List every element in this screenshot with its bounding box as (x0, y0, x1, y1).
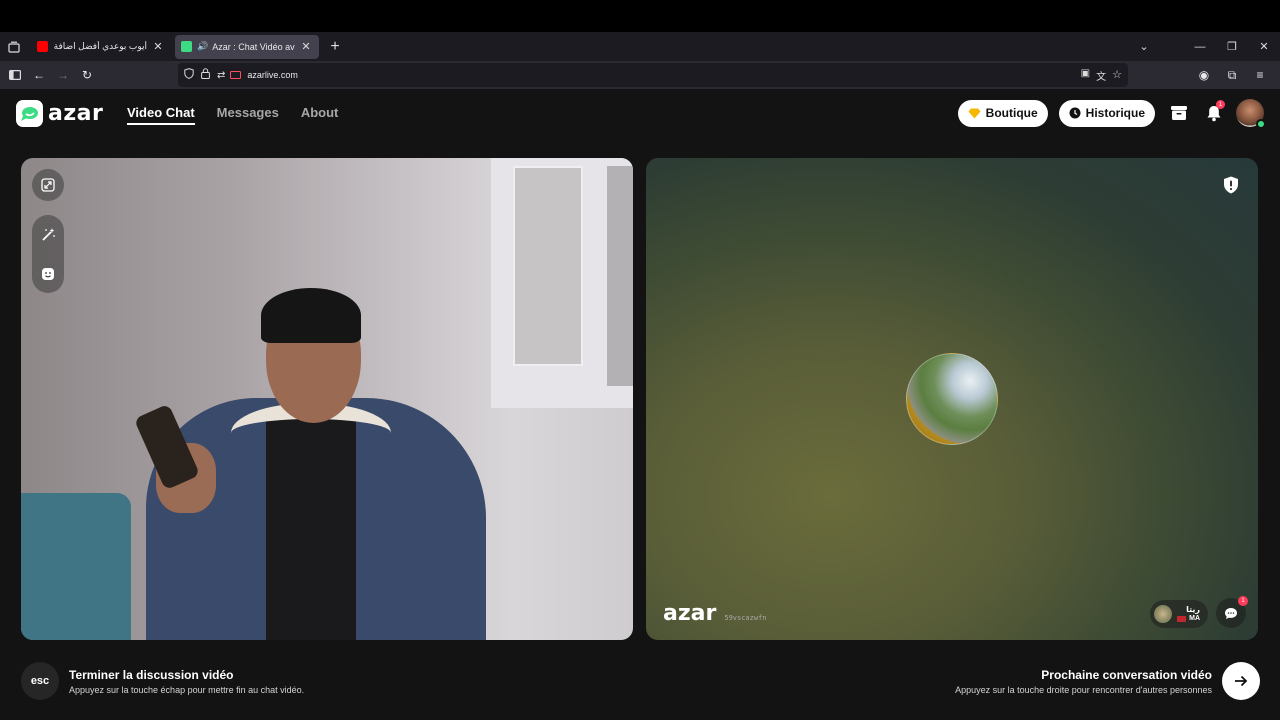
azar-app: azar Video Chat Messages About Boutique … (0, 89, 1280, 720)
end-chat-hint: Appuyez sur la touche échap pour mettre … (69, 684, 305, 695)
nav-video-chat[interactable]: Video Chat (127, 105, 195, 125)
azar-icon (181, 41, 192, 52)
chat-bubble-icon (1225, 607, 1237, 619)
boutique-label: Boutique (985, 106, 1038, 120)
translate-icon[interactable]: 文 (1096, 68, 1106, 83)
azar-watermark: azar 59vscazwfn (663, 601, 767, 626)
esc-key-button[interactable]: esc (21, 662, 59, 700)
history-label: Historique (1085, 106, 1145, 120)
tab-title: Azar : Chat Vidéo avec de nouvelles pers… (212, 41, 295, 52)
app-header: azar Video Chat Messages About Boutique … (0, 89, 1280, 137)
browser-nav-bar: ← → ↻ ⇄ azarlive.com ▣ 文 ☆ ◉ ⧉ ≡ (0, 61, 1280, 89)
account-icon[interactable]: ◉ (1192, 63, 1216, 87)
lock-icon[interactable] (201, 66, 210, 84)
gem-icon (968, 108, 981, 119)
user-avatar[interactable] (1236, 99, 1266, 129)
logo-text: azar (48, 101, 104, 126)
back-icon[interactable]: ← (27, 63, 51, 87)
end-chat-control[interactable]: esc Terminer la discussion vidéo Appuyez… (21, 662, 304, 700)
notification-badge: 1 (1216, 100, 1225, 109)
camera-sharing-icon[interactable] (230, 66, 242, 84)
browser-tab-youtube[interactable]: أيوب بوعدي أفضل اضافة؟ عيسى ✕ (31, 35, 171, 59)
chat-button[interactable]: 1 (1216, 596, 1248, 628)
clock-icon (1069, 107, 1081, 119)
close-window-icon[interactable]: ✕ (1248, 40, 1280, 53)
url-bar[interactable]: ⇄ azarlive.com ▣ 文 ☆ (178, 63, 1128, 87)
local-video-panel (21, 158, 633, 640)
next-chat-button[interactable] (1222, 662, 1260, 700)
watermark-logo: azar (663, 601, 717, 626)
close-tab-icon[interactable]: ✕ (151, 40, 165, 53)
tab-title: أيوب بوعدي أفضل اضافة؟ عيسى (53, 41, 147, 51)
arrow-right-icon (1235, 675, 1248, 687)
url-text: azarlive.com (247, 70, 298, 80)
scene-window-glass (513, 166, 583, 366)
next-chat-hint: Appuyez sur la touche droite pour rencon… (955, 684, 1212, 695)
remote-video-panel: azar 59vscazwfn ريتا MA 1 (646, 158, 1258, 640)
online-status-dot (1256, 119, 1266, 129)
notifications-button[interactable]: 1 (1201, 100, 1227, 126)
forward-icon[interactable]: → (51, 63, 75, 87)
bookmark-star-icon[interactable]: ☆ (1112, 68, 1122, 83)
archive-box-icon (1171, 106, 1187, 120)
main-nav: Video Chat Messages About (127, 105, 338, 125)
nav-about[interactable]: About (301, 105, 339, 125)
remote-user-chip[interactable]: ريتا MA (1150, 600, 1208, 628)
face-filter-icon[interactable] (32, 258, 64, 290)
nav-messages[interactable]: Messages (217, 105, 279, 125)
remote-user-country: MA (1189, 615, 1200, 622)
remote-user-id: 59vscazwfn (724, 614, 767, 622)
minimize-video-button[interactable] (32, 169, 64, 201)
report-shield-icon[interactable] (1221, 175, 1241, 195)
sidebar-toggle-icon[interactable] (3, 63, 27, 87)
reader-view-icon[interactable]: ▣ (1081, 68, 1090, 83)
browser-tab-bar: أيوب بوعدي أفضل اضافة؟ عيسى ✕ 🔊 Azar : C… (0, 32, 1280, 61)
person-beanie (261, 288, 361, 343)
collapse-icon (32, 169, 64, 201)
restore-icon[interactable]: ❐ (1216, 40, 1248, 53)
permissions-icon[interactable]: ⇄ (217, 70, 225, 81)
reload-icon[interactable]: ↻ (75, 63, 99, 87)
chat-badge: 1 (1238, 596, 1248, 606)
remote-user-avatar (906, 353, 998, 445)
magic-wand-icon[interactable] (32, 219, 64, 251)
speaker-icon[interactable]: 🔊 (197, 41, 208, 52)
next-chat-control[interactable]: Prochaine conversation vidéo Appuyez sur… (955, 662, 1260, 700)
minimize-icon[interactable]: — (1184, 41, 1216, 53)
boutique-button[interactable]: Boutique (957, 99, 1048, 127)
youtube-icon (37, 41, 48, 52)
browser-tab-azar[interactable]: 🔊 Azar : Chat Vidéo avec de nouvelles pe… (175, 34, 319, 59)
remote-user-name: ريتا (1186, 605, 1200, 614)
tab-list-icon[interactable] (1, 34, 27, 60)
shield-icon[interactable] (184, 66, 194, 84)
next-chat-title: Prochaine conversation vidéo (1041, 667, 1212, 682)
new-tab-button[interactable]: + (323, 38, 347, 56)
history-button[interactable]: Historique (1058, 99, 1155, 127)
screen-top-bar (0, 0, 1280, 32)
morocco-flag-icon (1177, 615, 1187, 622)
effects-toolbar (32, 215, 64, 293)
inbox-button[interactable] (1166, 100, 1192, 126)
remote-user-mini-avatar (1154, 605, 1173, 623)
close-tab-icon[interactable]: ✕ (299, 40, 313, 53)
azar-logo-icon (16, 100, 43, 127)
azar-logo[interactable]: azar (16, 100, 103, 127)
end-chat-title: Terminer la discussion vidéo (69, 667, 234, 682)
extensions-icon[interactable]: ⧉ (1220, 63, 1244, 87)
tab-overflow-chevron-icon[interactable]: ⌄ (1128, 40, 1160, 53)
menu-icon[interactable]: ≡ (1248, 63, 1272, 87)
scene-couch (21, 493, 131, 640)
scene-window-glass-right (607, 166, 633, 386)
